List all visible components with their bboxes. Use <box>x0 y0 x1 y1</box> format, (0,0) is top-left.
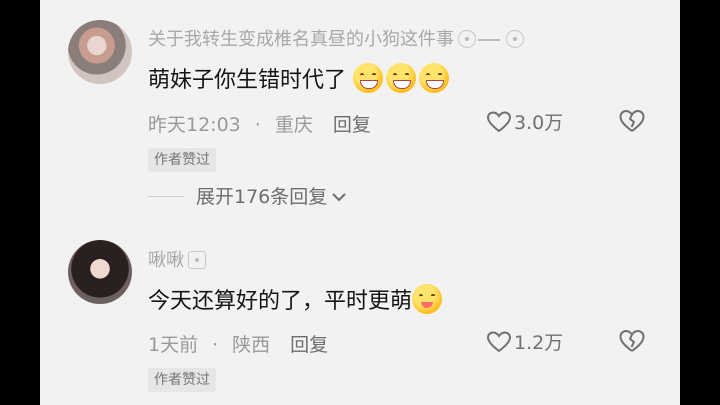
avatar[interactable] <box>68 20 132 84</box>
broken-heart-icon[interactable] <box>618 108 646 134</box>
comment-text-content: 今天还算好的了，平时更萌 <box>148 289 413 314</box>
comment-text-content: 萌妹子你生错时代了 <box>148 68 347 93</box>
username-text[interactable]: 啾啾 <box>148 250 184 271</box>
grin-emoji-icon <box>419 63 450 93</box>
comment-text[interactable]: 萌妹子你生错时代了 <box>148 62 452 94</box>
separator: · <box>254 114 261 136</box>
user-badge-icon <box>188 251 206 269</box>
comment-meta: 昨天12:03 · 重庆 回复 <box>148 110 371 137</box>
badge-bar-icon <box>478 39 500 41</box>
author-liked-badge: 作者赞过 <box>148 368 216 392</box>
like-count: 3.0万 <box>514 112 564 134</box>
username-text[interactable]: 关于我转生变成椎名真昼的小狗这件事 <box>148 29 454 50</box>
comment-time: 昨天12:03 <box>148 114 241 136</box>
user-badge-icon <box>458 30 476 48</box>
divider-line <box>148 195 184 197</box>
like-button[interactable]: 1.2万 <box>486 328 563 355</box>
separator: · <box>212 334 219 356</box>
author-liked-badge: 作者赞过 <box>148 148 216 172</box>
heart-icon <box>486 111 512 133</box>
comment-meta: 1天前 · 陕西 回复 <box>148 330 328 357</box>
reply-button[interactable]: 回复 <box>290 330 328 357</box>
video-frame: 关于我转生变成椎名真昼的小狗这件事 萌妹子你生错时代了 昨天12:03 · 重庆 回复… <box>0 0 720 405</box>
comment-list: 关于我转生变成椎名真昼的小狗这件事 萌妹子你生错时代了 昨天12:03 · 重庆 回复… <box>40 0 680 405</box>
broken-heart-icon[interactable] <box>618 328 646 354</box>
reply-button[interactable]: 回复 <box>333 110 371 137</box>
comment-location: 重庆 <box>274 114 313 136</box>
grin-emoji-icon <box>386 63 417 93</box>
yum-emoji-icon <box>412 284 443 314</box>
comment-username[interactable]: 啾啾 <box>148 246 206 272</box>
grin-emoji-icon <box>353 63 384 93</box>
expand-replies-button[interactable]: 展开176条回复 <box>148 182 347 209</box>
comment-location: 陕西 <box>232 334 271 356</box>
chevron-down-icon <box>332 193 346 202</box>
heart-icon <box>486 331 512 353</box>
comment-text[interactable]: 今天还算好的了，平时更萌 <box>148 283 445 315</box>
avatar[interactable] <box>68 240 132 304</box>
comment-time: 1天前 <box>148 334 199 356</box>
user-badge-icon <box>506 30 524 48</box>
like-button[interactable]: 3.0万 <box>486 108 563 135</box>
comment-username[interactable]: 关于我转生变成椎名真昼的小狗这件事 <box>148 25 524 51</box>
expand-replies-label: 展开176条回复 <box>196 186 328 208</box>
like-count: 1.2万 <box>514 332 564 354</box>
